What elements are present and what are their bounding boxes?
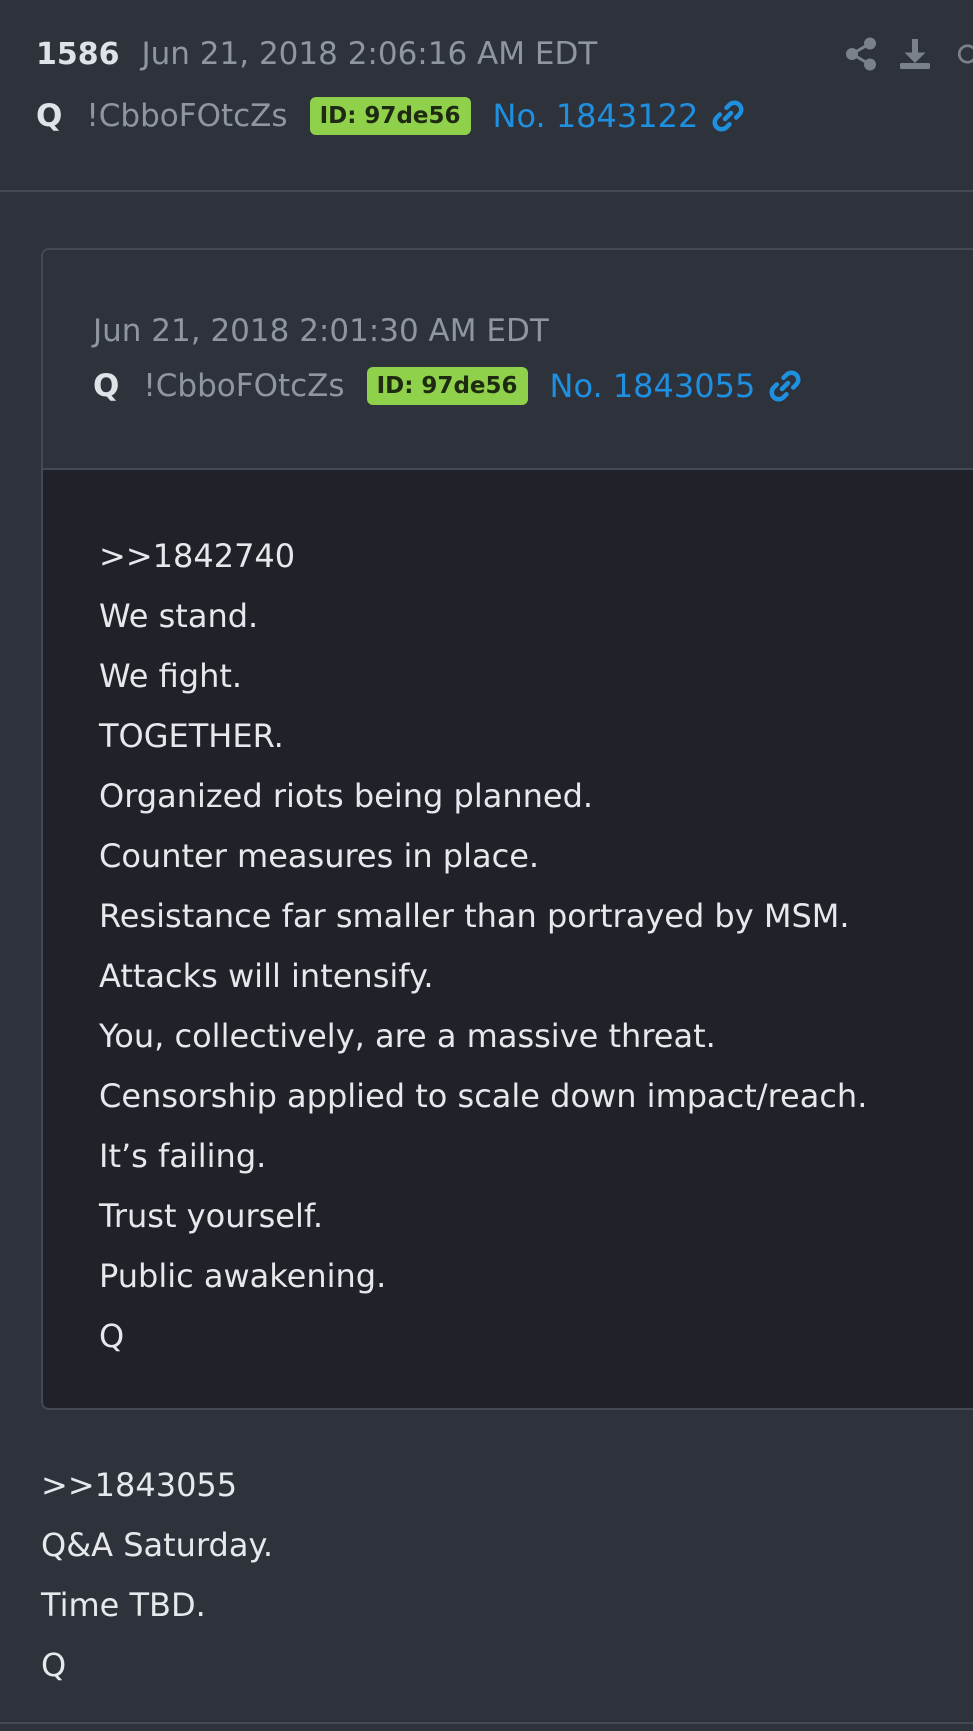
quoted-line: Resistance far smaller than portrayed by…: [99, 897, 850, 935]
link-icon[interactable]: [767, 368, 803, 404]
quoted-post-header: Jun 21, 2018 2:01:30 AM EDT Q !CbboFOtcZ…: [43, 250, 973, 470]
quoted-post: Jun 21, 2018 2:01:30 AM EDT Q !CbboFOtcZ…: [41, 248, 973, 1410]
quoted-line: Counter measures in place.: [99, 837, 540, 875]
post-body: >>1843055 Q&A Saturday. Time TBD. Q: [41, 1455, 273, 1695]
quoted-text: >>1842740 We stand. We fight. TOGETHER. …: [99, 526, 867, 1366]
quoted-line: Organized riots being planned.: [99, 777, 594, 815]
quoted-tripcode: !CbboFOtcZs: [143, 368, 345, 404]
quoted-timestamp: Jun 21, 2018 2:01:30 AM EDT: [93, 313, 549, 349]
quoted-line: It’s failing.: [99, 1137, 267, 1175]
link-icon[interactable]: [710, 98, 746, 134]
quoted-line: Censorship applied to scale down impact/…: [99, 1077, 868, 1115]
quoted-id-badge: ID: 97de56: [366, 367, 528, 405]
more-icon[interactable]: [951, 36, 973, 72]
share-icon[interactable]: [843, 36, 879, 72]
post-line: Time TBD.: [41, 1586, 206, 1624]
quoted-line: Attacks will intensify.: [99, 957, 434, 995]
quoted-line: Trust yourself.: [99, 1197, 323, 1235]
author-name: Q: [36, 98, 63, 134]
post-actions: [825, 34, 973, 74]
post-header: 1586 Jun 21, 2018 2:06:16 AM EDT Q !Cbbo…: [0, 0, 973, 192]
quoted-line: >>1842740: [99, 537, 296, 575]
quoted-author-name: Q: [93, 368, 120, 404]
author-tripcode: !CbboFOtcZs: [86, 98, 288, 134]
post-meta-row: 1586 Jun 21, 2018 2:06:16 AM EDT: [36, 34, 597, 74]
post-timestamp: Jun 21, 2018 2:06:16 AM EDT: [141, 36, 598, 72]
quoted-line: We stand.: [99, 597, 259, 635]
id-badge: ID: 97de56: [309, 97, 471, 135]
post-number-link[interactable]: No. 1843122: [493, 97, 699, 135]
download-icon[interactable]: [897, 36, 933, 72]
quoted-line: You, collectively, are a massive threat.: [99, 1017, 716, 1055]
quoted-timestamp-row: Jun 21, 2018 2:01:30 AM EDT: [93, 310, 549, 352]
post-line: >>1843055: [41, 1466, 238, 1504]
quoted-line: Q: [99, 1317, 125, 1355]
quoted-post-body: >>1842740 We stand. We fight. TOGETHER. …: [43, 470, 973, 1408]
post-number: 1586: [36, 36, 120, 72]
post-author-row: Q !CbboFOtcZs ID: 97de56 No. 1843122: [36, 94, 746, 138]
post-line: Q: [41, 1646, 67, 1684]
quoted-author-row: Q !CbboFOtcZs ID: 97de56 No. 1843055: [93, 364, 803, 408]
quoted-line: Public awakening.: [99, 1257, 387, 1295]
quoted-post-number-link[interactable]: No. 1843055: [550, 367, 756, 405]
quoted-line: We fight.: [99, 657, 243, 695]
quoted-line: TOGETHER.: [99, 717, 284, 755]
post-line: Q&A Saturday.: [41, 1526, 274, 1564]
post-divider: [0, 1722, 973, 1724]
